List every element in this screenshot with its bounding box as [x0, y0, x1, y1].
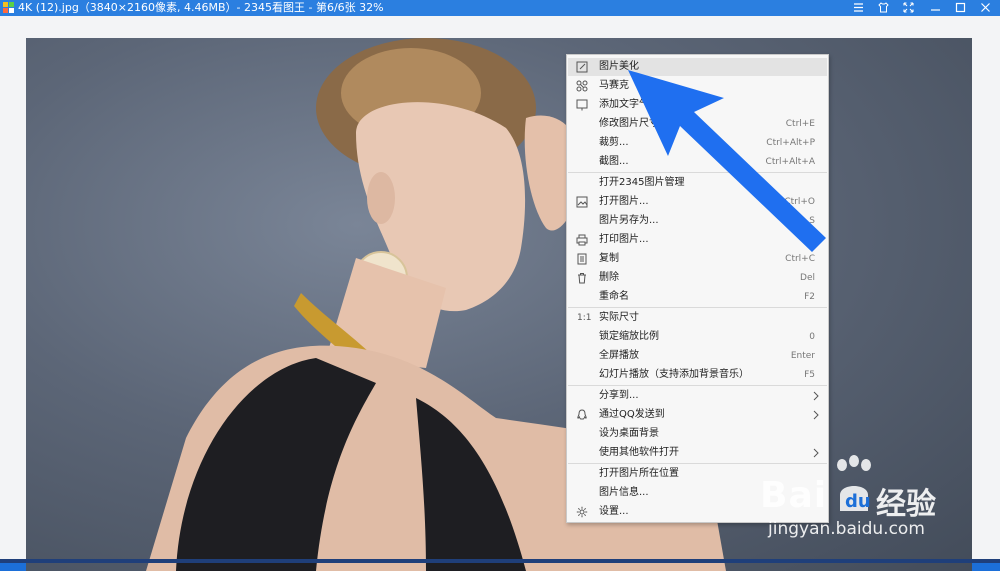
watermark-brand-cn: 经验	[876, 487, 936, 522]
baidu-watermark: Bai du 经验 jingyan.baidu.com	[760, 455, 990, 545]
menu-separator	[568, 307, 827, 308]
menu-item-actual-size[interactable]: 1:1 实际尺寸	[568, 309, 827, 327]
menu-item-open-image[interactable]: 打开图片... Ctrl+O	[568, 193, 827, 211]
print-icon	[576, 234, 588, 246]
watermark-url: jingyan.baidu.com	[768, 519, 925, 539]
title-bar: 4K (12).jpg（3840×2160像素, 4.46MB）- 2345看图…	[0, 0, 1000, 16]
menu-item-share[interactable]: 分享到...	[568, 387, 827, 405]
menu-separator	[568, 385, 827, 386]
menu-icon[interactable]	[848, 0, 870, 16]
menu-item-resize-image[interactable]: 修改图片尺寸... Ctrl+E	[568, 115, 827, 133]
open-image-icon	[576, 196, 588, 208]
paw-icon: du	[837, 455, 871, 512]
menu-item-crop[interactable]: 裁剪... Ctrl+Alt+P	[568, 134, 827, 152]
trash-icon	[576, 272, 588, 284]
mosaic-icon	[576, 80, 588, 92]
chevron-right-icon	[813, 410, 819, 420]
taskbar-strip	[0, 559, 1000, 563]
menu-item-screenshot[interactable]: 截图... Ctrl+Alt+A	[568, 153, 827, 171]
text-bubble-icon	[576, 99, 588, 111]
watermark-brand: Bai	[760, 475, 828, 516]
skin-icon[interactable]	[873, 0, 895, 16]
close-icon[interactable]	[975, 0, 997, 16]
menu-item-open-image-manager[interactable]: 打开2345图片管理	[568, 174, 827, 192]
menu-item-delete[interactable]: 删除 Del	[568, 269, 827, 287]
app-logo-icon	[3, 2, 14, 13]
maximize-icon[interactable]	[950, 0, 972, 16]
svg-text:du: du	[845, 491, 871, 512]
menu-item-lock-zoom[interactable]: 锁定缩放比例 0	[568, 328, 827, 346]
menu-item-add-text-bubble[interactable]: 添加文字气泡	[568, 96, 827, 114]
menu-item-mosaic[interactable]: 马赛克	[568, 77, 827, 95]
window-title: 4K (12).jpg（3840×2160像素, 4.46MB）- 2345看图…	[18, 1, 384, 14]
menu-item-set-wallpaper[interactable]: 设为桌面背景	[568, 425, 827, 443]
qq-icon	[576, 409, 588, 421]
menu-item-fullscreen-play[interactable]: 全屏播放 Enter	[568, 347, 827, 365]
copy-icon	[576, 253, 588, 265]
menu-item-image-beautify[interactable]: 图片美化	[568, 58, 827, 76]
menu-item-copy[interactable]: 复制 Ctrl+C	[568, 250, 827, 268]
actual-size-icon: 1:1	[577, 313, 592, 323]
menu-separator	[568, 172, 827, 173]
gear-icon	[576, 506, 588, 518]
menu-item-print[interactable]: 打印图片... Ct	[568, 231, 827, 249]
context-menu: 图片美化 马赛克 添加文字气泡 修改图片尺寸... Ctrl+E 裁剪... C…	[566, 54, 829, 523]
edit-icon	[576, 61, 588, 73]
menu-item-save-as[interactable]: 图片另存为... S	[568, 212, 827, 230]
fullscreen-icon[interactable]	[898, 0, 920, 16]
chevron-right-icon	[813, 391, 819, 401]
minimize-icon[interactable]	[925, 0, 947, 16]
menu-item-slideshow[interactable]: 幻灯片播放（支持添加背景音乐） F5	[568, 366, 827, 384]
menu-item-rename[interactable]: 重命名 F2	[568, 288, 827, 306]
menu-item-send-via-qq[interactable]: 通过QQ发送到	[568, 406, 827, 424]
